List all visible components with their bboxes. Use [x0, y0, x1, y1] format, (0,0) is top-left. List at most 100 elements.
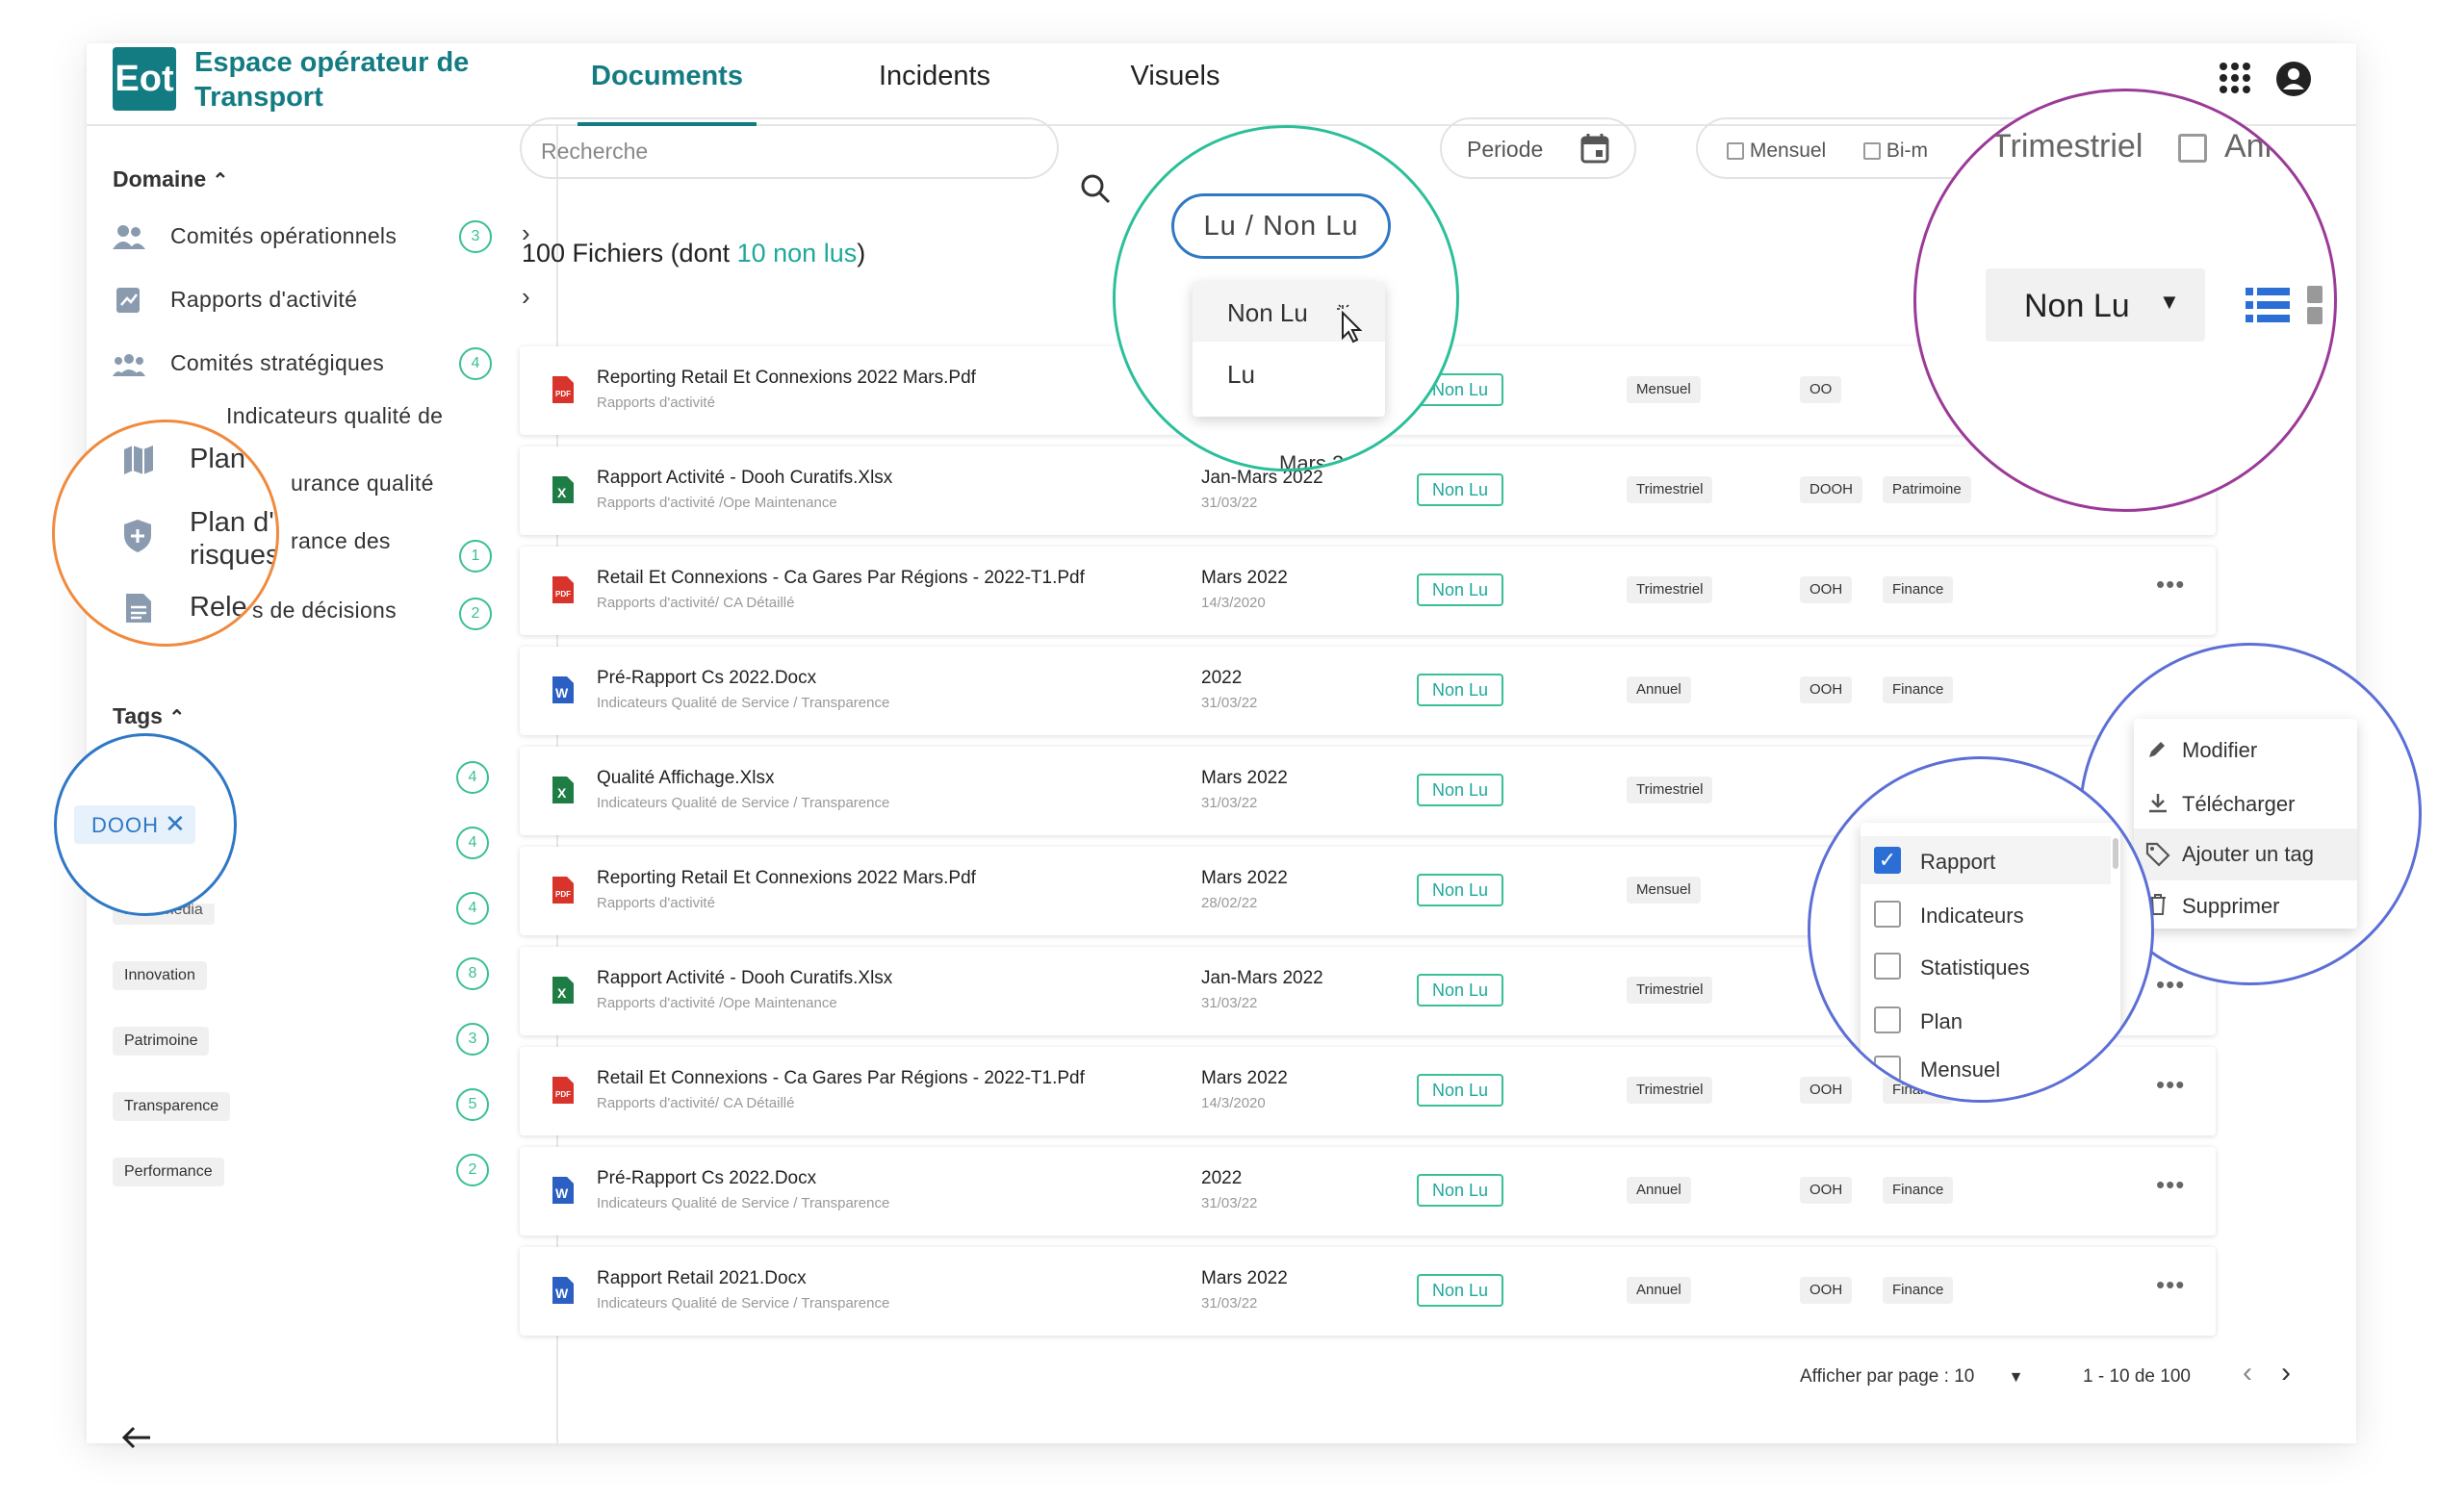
- frequency-chip: Annuel: [1627, 1277, 1691, 1304]
- tag-chip-transparence[interactable]: Transparence: [113, 1092, 231, 1121]
- search-icon[interactable]: [1080, 173, 1111, 209]
- tag-count-badge: 5: [456, 1088, 489, 1121]
- report-icon: [116, 288, 140, 313]
- status-badge[interactable]: Non Lu: [1417, 1274, 1503, 1307]
- status-badge[interactable]: Non Lu: [1417, 674, 1503, 706]
- status-badge[interactable]: Non Lu: [1417, 1074, 1503, 1107]
- account-icon[interactable]: [2275, 61, 2312, 102]
- tags-section-header[interactable]: Tags ⌃: [113, 703, 185, 729]
- table-row[interactable]: PDF Retail Et Connexions - Ca Gares Par R…: [520, 547, 2216, 635]
- tag-option-statistiques[interactable]: Statistiques: [1861, 942, 2111, 990]
- tag-option-rapport[interactable]: ✓ Rapport: [1861, 836, 2111, 884]
- file-name[interactable]: Reporting Retail Et Connexions 2022 Mars…: [597, 868, 976, 889]
- caret-down-icon: ▼: [2159, 290, 2180, 314]
- file-name[interactable]: Pré-Rapport Cs 2022.Docx: [597, 668, 816, 689]
- table-row[interactable]: W Pré-Rapport Cs 2022.Docx Indicateurs Qua…: [520, 647, 2216, 735]
- status-badge[interactable]: Non Lu: [1417, 974, 1503, 1006]
- apps-grid-icon[interactable]: [2218, 61, 2252, 100]
- checkbox[interactable]: [1874, 1056, 1901, 1083]
- count-badge: 1: [459, 540, 492, 573]
- file-name[interactable]: Pré-Rapport Cs 2022.Docx: [597, 1168, 816, 1189]
- status-badge[interactable]: Non Lu: [1417, 774, 1503, 806]
- more-options-icon[interactable]: •••: [2156, 1070, 2185, 1100]
- tag-chip: Finance: [1883, 576, 1954, 603]
- file-path: Rapports d'activité: [597, 895, 715, 911]
- file-name[interactable]: Reporting Retail Et Connexions 2022 Mars…: [597, 368, 976, 389]
- read-filter-dropdown: Non Lu Lu: [1193, 282, 1385, 417]
- table-row[interactable]: W Rapport Retail 2021.Docx Indicateurs Qua…: [520, 1247, 2216, 1336]
- sidebar-item-comites-strategiques[interactable]: Comités stratégiques 4 ›: [113, 345, 536, 384]
- scrollbar[interactable]: [2113, 838, 2118, 869]
- pdf-file-icon: PDF: [551, 1076, 576, 1109]
- table-row[interactable]: W Pré-Rapport Cs 2022.Docx Indicateurs Qua…: [520, 1147, 2216, 1236]
- menu-item-ajouter-tag[interactable]: Ajouter un tag: [2134, 828, 2357, 880]
- frequency-chip: Trimestriel: [1627, 1077, 1713, 1104]
- cursor-icon: [1337, 304, 1363, 344]
- checkbox[interactable]: [1874, 953, 1901, 980]
- tag-chip-performance[interactable]: Performance: [113, 1158, 224, 1186]
- checkbox[interactable]: [1863, 142, 1881, 161]
- checkbox-checked[interactable]: ✓: [1874, 847, 1901, 874]
- more-options-icon[interactable]: •••: [2156, 970, 2185, 1000]
- sidebar-item-rapports-activite[interactable]: Rapports d'activité ›: [113, 282, 536, 320]
- next-page-icon[interactable]: ›: [2281, 1357, 2291, 1389]
- checkbox-annuel[interactable]: [2178, 134, 2207, 163]
- filter-bimensuel[interactable]: Bi-m: [1863, 140, 1928, 163]
- file-name[interactable]: Retail Et Connexions - Ca Gares Par Régi…: [597, 1068, 1085, 1089]
- more-options-icon[interactable]: •••: [2156, 1170, 2185, 1200]
- tag-chip: DOOH: [1800, 476, 1862, 503]
- tag-chip-innovation[interactable]: Innovation: [113, 961, 207, 990]
- back-arrow-icon[interactable]: [121, 1425, 152, 1455]
- tab-incidents[interactable]: Incidents: [862, 61, 1007, 126]
- count-badge: 3: [459, 220, 492, 253]
- file-date: 28/02/22: [1201, 895, 1258, 911]
- status-badge[interactable]: Non Lu: [1417, 473, 1503, 506]
- domain-section-header[interactable]: Domaine ⌃: [113, 166, 228, 192]
- read-status-select[interactable]: Non Lu ▼: [1986, 268, 2205, 342]
- list-view-icon[interactable]: [2246, 288, 2290, 322]
- checkbox[interactable]: [1874, 1006, 1901, 1033]
- more-options-icon[interactable]: •••: [2156, 570, 2185, 599]
- tag-option-plan[interactable]: Plan: [1861, 996, 2111, 1044]
- menu-item-modifier[interactable]: Modifier: [2134, 725, 2357, 775]
- tag-chip: OOH: [1800, 576, 1853, 603]
- download-icon: [2149, 794, 2167, 813]
- status-badge[interactable]: Non Lu: [1417, 874, 1503, 906]
- checkbox[interactable]: [1874, 901, 1901, 928]
- tag-chip: Finance: [1883, 1277, 1954, 1304]
- close-icon[interactable]: ✕: [165, 809, 186, 839]
- period-filter[interactable]: Periode: [1440, 117, 1636, 179]
- file-name[interactable]: Retail Et Connexions - Ca Gares Par Régi…: [597, 568, 1085, 589]
- read-filter-zoom-callout: Lu / Non Lu Non Lu Lu Mars 2: [1113, 125, 1459, 471]
- per-page-select[interactable]: Afficher par page : 10 ▼: [1800, 1366, 2023, 1388]
- tab-documents[interactable]: Documents: [578, 61, 757, 126]
- checkbox[interactable]: [1727, 142, 1744, 161]
- filter-mensuel[interactable]: Mensuel: [1727, 140, 1826, 163]
- tag-count-badge: 4: [456, 827, 489, 859]
- status-badge[interactable]: Non Lu: [1417, 1174, 1503, 1207]
- search-input[interactable]: Recherche: [520, 117, 1059, 179]
- frequency-chip: Trimestriel: [1627, 977, 1713, 1004]
- menu-item-supprimer[interactable]: Supprimer: [2134, 880, 2357, 930]
- prev-page-icon[interactable]: ‹: [2243, 1357, 2252, 1389]
- table-row[interactable]: X Rapport Activité - Dooh Curatifs.Xlsx Ra…: [520, 446, 2216, 535]
- file-name[interactable]: Qualité Affichage.Xlsx: [597, 768, 774, 789]
- svg-text:W: W: [555, 685, 569, 701]
- read-filter-pill[interactable]: Lu / Non Lu: [1171, 193, 1391, 259]
- menu-item-telecharger[interactable]: Télécharger: [2134, 778, 2357, 828]
- file-name[interactable]: Rapport Activité - Dooh Curatifs.Xlsx: [597, 468, 892, 489]
- sidebar-item-comites-operationnels[interactable]: Comités opérationnels 3 ›: [113, 218, 536, 257]
- tag-chip-dooh-selected[interactable]: DOOH ✕: [74, 805, 195, 844]
- status-badge[interactable]: Non Lu: [1417, 573, 1503, 606]
- grid-view-icon[interactable]: [2307, 286, 2336, 324]
- file-name[interactable]: Rapport Retail 2021.Docx: [597, 1268, 807, 1289]
- tag-option-mensuel[interactable]: Mensuel: [1861, 1048, 2111, 1096]
- option-lu[interactable]: Lu: [1193, 344, 1385, 403]
- tag-chip-patrimoine[interactable]: Patrimoine: [113, 1027, 210, 1056]
- more-options-icon[interactable]: •••: [2156, 1270, 2185, 1300]
- pagination-range: 1 - 10 de 100: [2083, 1366, 2191, 1387]
- tag-option-indicateurs[interactable]: Indicateurs: [1861, 890, 2111, 938]
- file-name[interactable]: Rapport Activité - Dooh Curatifs.Xlsx: [597, 968, 892, 989]
- tab-visuels[interactable]: Visuels: [1113, 61, 1238, 126]
- file-path: Rapports d'activité/ CA Détaillé: [597, 595, 795, 611]
